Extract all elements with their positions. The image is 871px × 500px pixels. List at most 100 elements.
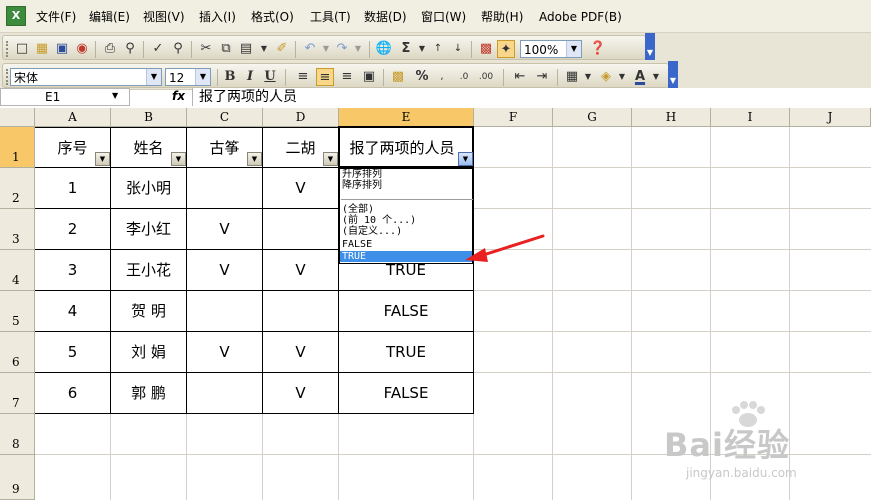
column-header-b[interactable]: B [111,108,187,127]
table-cell[interactable]: V [187,250,262,290]
column-header-j[interactable]: J [790,108,871,127]
table-cell[interactable]: 1 [35,168,110,208]
dropdown-item-sort-ascending[interactable]: 升序排列 [342,169,382,180]
table-cell[interactable]: V [263,250,338,290]
align-right-icon[interactable]: ≡ [338,68,356,86]
filter-dropdown-icon[interactable]: ▼ [323,152,338,166]
formula-input[interactable]: 报了两项的人员 [192,88,871,106]
dropdown-item-false[interactable]: FALSE [342,239,372,250]
dropdown-item-all[interactable]: (全部) [342,204,374,215]
filter-dropdown-icon[interactable]: ▼ [95,152,110,166]
cut-icon[interactable]: ✂ [197,40,215,58]
zoom-select[interactable]: 100% ▼ [520,40,582,58]
row-header-9[interactable]: 9 [0,455,35,500]
column-header-i[interactable]: I [711,108,790,127]
filter-dropdown-icon[interactable]: ▼ [171,152,186,166]
help-icon[interactable]: ❓ [589,40,607,58]
chevron-down-icon[interactable]: ▼ [566,41,581,57]
row-header-4[interactable]: 4 [0,250,35,291]
table-cell[interactable]: V [187,332,262,372]
table-cell[interactable]: V [263,332,338,372]
column-header-c[interactable]: C [187,108,263,127]
menu-view[interactable]: 视图(V) [143,9,185,25]
research-icon[interactable]: ⚲ [169,40,187,58]
italic-button[interactable]: I [241,68,259,86]
paste-dropdown-icon[interactable]: ▼ [255,40,273,58]
column-header-f[interactable]: F [474,108,553,127]
table-cell[interactable]: 6 [35,373,110,413]
header-cell-both[interactable]: 报了两项的人员 [339,128,465,168]
table-cell[interactable]: FALSE [339,373,473,413]
row-header-8[interactable]: 8 [0,414,35,455]
fill-color-dropdown-icon[interactable]: ▼ [613,68,631,86]
table-cell[interactable]: 5 [35,332,110,372]
chevron-down-icon[interactable]: ▼ [146,69,161,85]
underline-button[interactable]: U [261,68,279,86]
align-center-icon[interactable]: ≡ [316,68,334,86]
print-icon[interactable]: ⎙ [101,40,119,58]
table-cell[interactable]: 4 [35,291,110,331]
toolbar-grip[interactable] [6,41,11,57]
menu-edit[interactable]: 编辑(E) [89,9,130,25]
table-cell[interactable]: 2 [35,209,110,249]
increase-indent-icon[interactable]: ⇥ [533,68,551,86]
column-header-e[interactable]: E [339,108,474,127]
drawing-icon[interactable]: ✦ [497,40,515,58]
menu-data[interactable]: 数据(D) [364,9,407,25]
merge-center-icon[interactable]: ▣ [360,68,378,86]
comma-style-icon[interactable]: , [433,68,451,86]
toolbar-options-icon[interactable]: ▼ [668,61,678,88]
chevron-down-icon[interactable]: ▼ [195,69,210,85]
bold-button[interactable]: B [221,68,239,86]
table-cell[interactable]: 张小明 [111,168,186,208]
row-header-6[interactable]: 6 [0,332,35,373]
permission-icon[interactable]: ◉ [73,40,91,58]
hyperlink-icon[interactable]: 🌐 [375,40,393,58]
excel-app-icon[interactable]: X [6,6,26,26]
paste-icon[interactable]: ▤ [237,40,255,58]
currency-icon[interactable]: ▩ [389,68,407,86]
table-cell[interactable]: V [187,209,262,249]
print-preview-icon[interactable]: ⚲ [121,40,139,58]
sort-ascending-icon[interactable]: ↑ [429,40,447,58]
menu-insert[interactable]: 插入(I) [199,9,236,25]
table-cell[interactable]: V [263,168,338,208]
table-cell[interactable] [187,373,262,413]
redo-dropdown-icon[interactable]: ▼ [349,40,367,58]
menu-adobe-pdf[interactable]: Adobe PDF(B) [539,9,622,25]
borders-dropdown-icon[interactable]: ▼ [579,68,597,86]
dropdown-item-top10[interactable]: (前 10 个...) [342,215,416,226]
menu-tools[interactable]: 工具(T) [310,9,351,25]
insert-function-button[interactable]: fx [172,89,185,103]
column-header-d[interactable]: D [263,108,339,127]
save-icon[interactable]: ▣ [53,40,71,58]
format-painter-icon[interactable]: ✐ [273,40,291,58]
table-cell[interactable]: 刘 娟 [111,332,186,372]
increase-decimal-icon[interactable]: .0 [455,68,473,86]
dropdown-item-sort-descending[interactable]: 降序排列 [342,180,382,191]
table-cell[interactable]: 3 [35,250,110,290]
chart-wizard-icon[interactable]: ▩ [477,40,495,58]
decrease-indent-icon[interactable]: ⇤ [511,68,529,86]
menu-format[interactable]: 格式(O) [251,9,294,25]
name-box[interactable]: E1 [0,88,130,106]
open-icon[interactable]: ▦ [33,40,51,58]
select-all-corner[interactable] [0,108,35,127]
font-size-select[interactable]: 12 ▼ [165,68,211,86]
table-cell[interactable] [187,291,262,331]
name-box-dropdown-icon[interactable]: ▼ [112,91,118,100]
percent-button[interactable]: % [413,68,431,86]
sort-descending-icon[interactable]: ↓ [449,40,467,58]
table-cell[interactable]: 贺 明 [111,291,186,331]
align-left-icon[interactable]: ≡ [294,68,312,86]
menu-window[interactable]: 窗口(W) [421,9,466,25]
decrease-decimal-icon[interactable]: .00 [477,68,495,86]
dropdown-item-custom[interactable]: (自定义...) [342,226,402,237]
toolbar-options-icon[interactable]: ▼ [645,33,655,60]
menu-file[interactable]: 文件(F) [36,9,76,25]
table-cell[interactable] [187,168,262,208]
row-header-3[interactable]: 3 [0,209,35,250]
autofilter-dropdown-list[interactable]: 升序排列 降序排列 (全部) (前 10 个...) (自定义...) FALS… [339,168,473,264]
column-header-h[interactable]: H [632,108,711,127]
row-header-1[interactable]: 1 [0,127,35,168]
